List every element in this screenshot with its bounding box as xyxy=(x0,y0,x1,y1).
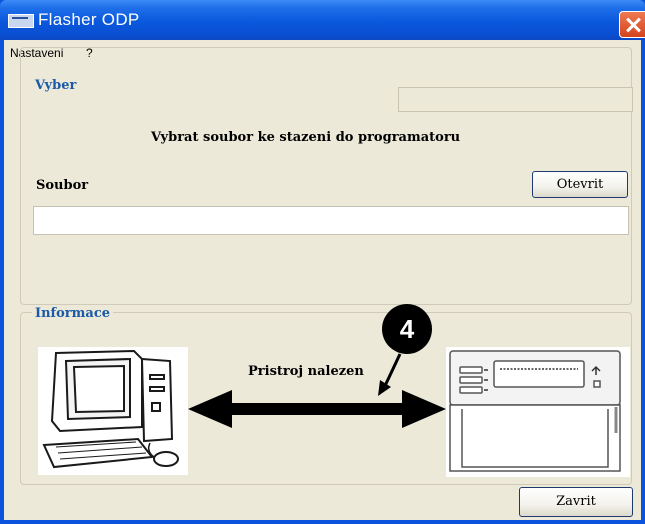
file-label: Soubor xyxy=(36,178,89,193)
window-title: Flasher ODP xyxy=(38,10,140,29)
title-bar[interactable]: Flasher ODP xyxy=(0,0,645,40)
informace-group-caption: Informace xyxy=(32,306,114,322)
app-window: Flasher ODP Nastaveni ? Vyber Vybrat sou… xyxy=(0,0,645,524)
close-button[interactable]: Zavrit xyxy=(519,487,633,517)
app-icon xyxy=(8,14,34,28)
computer-icon xyxy=(38,347,188,475)
programmer-device-icon xyxy=(446,347,630,477)
vyber-group-caption: Vyber xyxy=(32,78,80,94)
open-button[interactable]: Otevrit xyxy=(532,171,628,198)
instruction-label: Vybrat soubor ke stazeni do programatoru xyxy=(151,130,461,145)
status-label: Pristroj nalezen xyxy=(248,364,364,379)
file-path-input[interactable] xyxy=(33,206,629,235)
callout-number: 4 xyxy=(399,314,415,344)
close-icon[interactable] xyxy=(619,11,645,38)
readonly-field xyxy=(398,87,633,112)
